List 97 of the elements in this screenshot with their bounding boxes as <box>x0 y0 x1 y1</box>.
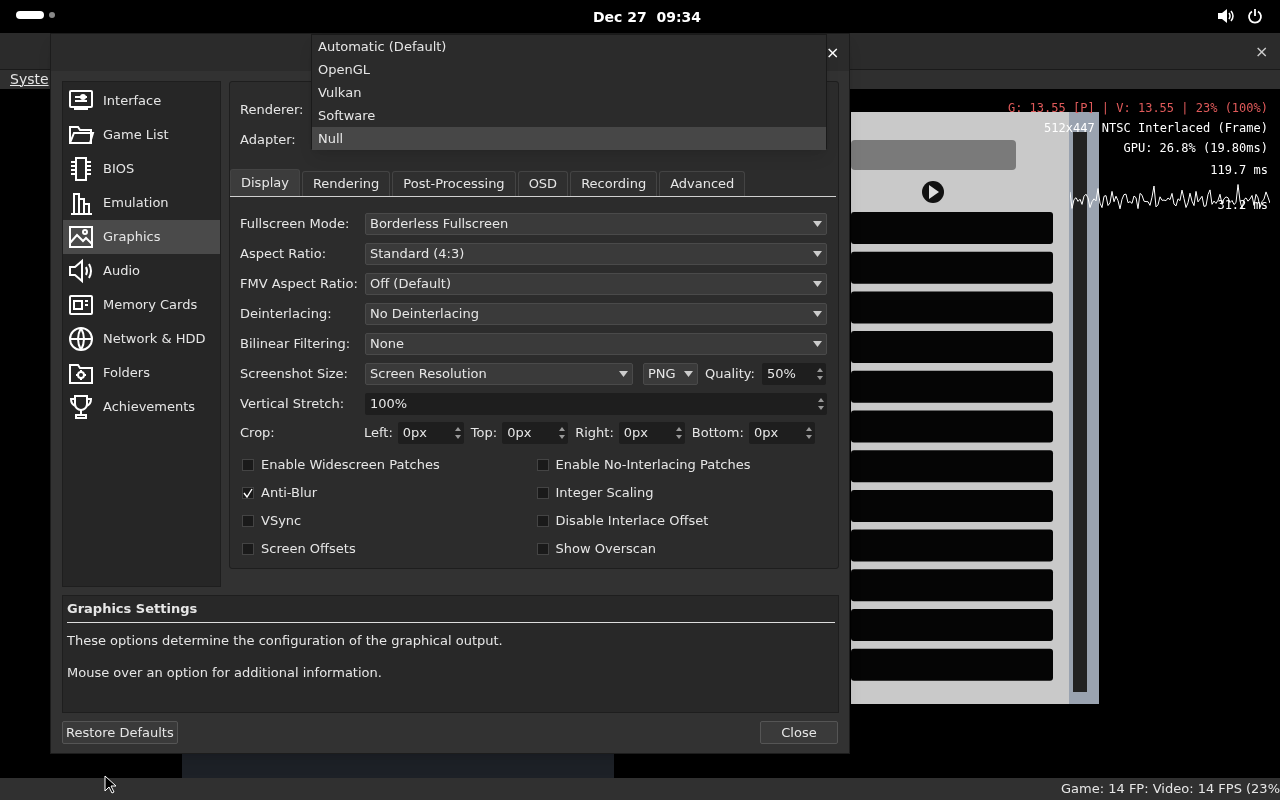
dropdown[interactable]: Off (Default) <box>365 273 827 295</box>
spin-box[interactable]: 0px <box>618 421 685 444</box>
trophy-icon <box>67 393 95 421</box>
dropdown-arrow-icon <box>813 221 822 227</box>
tab[interactable]: OSD <box>517 171 569 196</box>
dropdown[interactable]: Standard (4:3) <box>365 243 827 265</box>
clock[interactable]: Dec 27 09:34 <box>593 7 702 28</box>
checkbox[interactable] <box>536 487 549 499</box>
sidebar-item[interactable]: Memory Cards <box>63 288 220 322</box>
spin-arrows-icon <box>815 366 824 382</box>
close-button[interactable]: × <box>1255 40 1269 64</box>
menu-option[interactable]: OpenGL <box>312 58 826 81</box>
tab[interactable]: Advanced <box>659 171 746 196</box>
spin-box[interactable]: 50% <box>761 363 826 385</box>
checkbox-label[interactable]: Disable Interlace Offset <box>555 511 709 531</box>
menu-option[interactable]: Vulkan <box>312 81 826 104</box>
dropdown-arrow-icon <box>813 251 822 257</box>
menu-option[interactable]: Software <box>312 104 826 127</box>
checkbox-label[interactable]: VSync <box>261 511 302 531</box>
adapter-label: Adapter: <box>240 131 296 149</box>
checkbox[interactable] <box>536 515 549 527</box>
field-label: Quality: <box>705 365 755 384</box>
menu-item[interactable]: Syste <box>10 69 49 90</box>
field-label: Bilinear Filtering: <box>240 335 352 354</box>
checkbox-label[interactable]: Enable No-Interlacing Patches <box>555 455 751 475</box>
info-text: These options determine the configuration of the graphical output. <box>67 632 503 650</box>
menu-option[interactable]: Automatic (Default) <box>312 35 826 58</box>
spin-box[interactable]: 0px <box>748 421 815 444</box>
speaker-icon <box>67 257 95 285</box>
renderer-label: Renderer: <box>240 101 304 119</box>
checkmark-icon <box>243 488 253 498</box>
field-label: Crop: <box>240 423 276 442</box>
volume-icon <box>1217 8 1235 24</box>
field-label: Right: <box>575 423 614 442</box>
dropdown[interactable]: Borderless Fullscreen <box>365 213 827 235</box>
spin-box[interactable]: 100% <box>365 392 827 415</box>
osd-text: G: 13.55 [P] | V: 13.55 | 23% (100%) <box>1007 100 1268 116</box>
sidebar-item[interactable]: Graphics <box>63 220 220 254</box>
dropdown-arrow-icon <box>813 341 822 347</box>
frame-time-min: 31.2 ms <box>1217 197 1268 214</box>
checkbox-label[interactable]: Integer Scaling <box>555 483 654 503</box>
field-label: Vertical Stretch: <box>240 394 346 413</box>
dropdown[interactable]: Screen Resolution <box>365 363 633 385</box>
checkbox[interactable] <box>536 543 549 555</box>
restore-defaults-button[interactable]: Restore Defaults <box>62 721 178 744</box>
dropdown[interactable]: No Deinterlacing <box>365 303 827 325</box>
checkbox[interactable] <box>242 487 254 499</box>
field-label: Fullscreen Mode: <box>240 215 351 234</box>
field-label: Aspect Ratio: <box>240 245 328 264</box>
sidebar-item[interactable]: Network & HDD <box>63 322 220 356</box>
dropdown-arrow-icon <box>619 371 628 377</box>
tab[interactable]: Recording <box>570 171 658 196</box>
dropdown-arrow-icon <box>684 371 693 377</box>
spin-box[interactable]: 0px <box>397 421 464 444</box>
field-label: Bottom: <box>691 423 744 442</box>
sidebar-item[interactable]: BIOS <box>63 152 220 186</box>
sidebar-item[interactable]: Game List <box>63 118 220 152</box>
field-label: Deinterlacing: <box>240 305 333 324</box>
checkbox[interactable] <box>242 459 254 471</box>
dropdown[interactable]: PNG <box>643 363 698 385</box>
power-icon <box>1247 8 1263 24</box>
sidebar-item[interactable]: Emulation <box>63 186 220 220</box>
globe-icon <box>67 325 95 353</box>
tab[interactable]: Rendering <box>301 171 391 196</box>
field-label: FMV Aspect Ratio: <box>240 275 359 294</box>
info-text: Mouse over an option for additional information. <box>67 664 382 682</box>
checkbox-label[interactable]: Enable Widescreen Patches <box>261 455 440 475</box>
osd-text: GPU: 26.8% (19.80ms) <box>1123 140 1268 156</box>
checkbox-label[interactable]: Anti-Blur <box>261 483 318 503</box>
field-label: Screenshot Size: <box>240 365 349 384</box>
dropdown-arrow-icon <box>813 311 822 317</box>
mouse-cursor-icon <box>104 775 117 794</box>
checkbox[interactable] <box>536 459 549 471</box>
osd-text: 512x447 NTSC Interlaced (Frame) <box>1044 120 1268 136</box>
menu-option[interactable]: Null <box>312 127 826 150</box>
tab[interactable]: Post-Processing <box>392 171 516 196</box>
workspace-indicator-icon <box>16 10 56 20</box>
image-icon <box>67 223 95 251</box>
status-text: Game: 14 FP: Video: 14 FPS (23% <box>1061 780 1280 799</box>
sidebar-item[interactable]: Interface <box>63 84 220 118</box>
sidebar-item[interactable]: Audio <box>63 254 220 288</box>
spin-box[interactable]: 0px <box>502 421 569 444</box>
info-title: Graphics Settings <box>67 600 198 618</box>
frame-time-max: 119.7 ms <box>1210 162 1268 179</box>
field-label: Top: <box>470 423 498 442</box>
checkbox-label[interactable]: Show Overscan <box>555 539 657 559</box>
close-button[interactable]: × <box>826 41 840 65</box>
tab[interactable]: Display <box>230 169 300 196</box>
dropdown[interactable]: None <box>365 333 827 355</box>
checkbox[interactable] <box>242 515 254 527</box>
field-label: Left: <box>364 423 393 442</box>
sidebar-item[interactable]: Folders <box>63 356 220 390</box>
sidebar-item[interactable]: Achievements <box>63 390 220 424</box>
dropdown-arrow-icon <box>813 281 822 287</box>
checkbox-label[interactable]: Screen Offsets <box>261 539 356 559</box>
checkbox[interactable] <box>242 543 254 555</box>
close-button[interactable]: Close <box>760 721 838 744</box>
